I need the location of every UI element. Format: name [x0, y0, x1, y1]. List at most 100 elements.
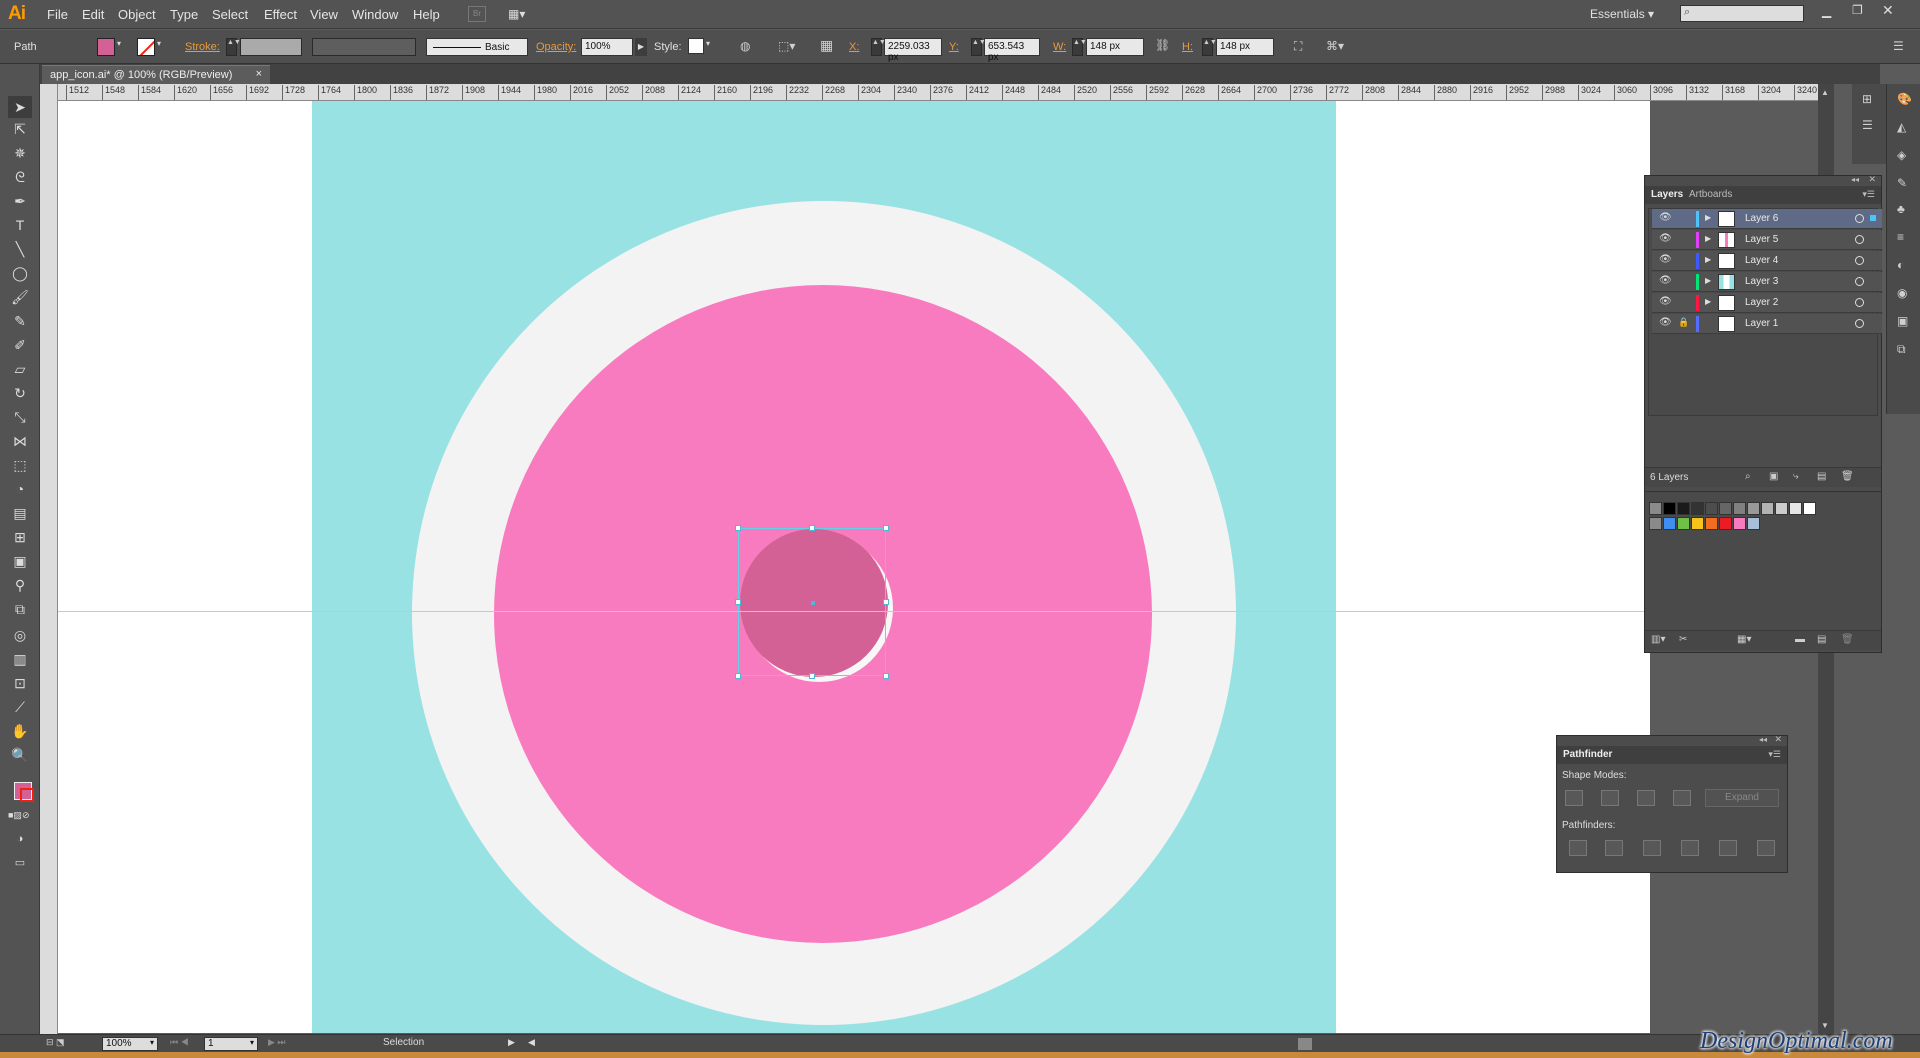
visibility-eye-icon[interactable]: 👁 [1659, 212, 1672, 223]
layer-row-3[interactable]: 👁 ▶ Layer 3 [1652, 272, 1882, 292]
layer-name[interactable]: Layer 2 [1745, 297, 1778, 308]
zoom-tool-icon[interactable]: 🔍 [8, 744, 32, 766]
chevron-down-icon[interactable]: ▾ [157, 39, 161, 48]
gradient-panel-icon[interactable]: ◐ [1897, 258, 1904, 272]
close-tab-icon[interactable]: × [256, 68, 262, 80]
color-swatch[interactable] [1663, 502, 1676, 515]
panel-menu-icon[interactable]: ▾☰ [1862, 189, 1875, 200]
eyedropper-tool-icon[interactable]: ⚲ [8, 574, 32, 596]
color-swatch[interactable] [1691, 502, 1704, 515]
x-label[interactable]: X: [849, 41, 859, 53]
intersect-button[interactable] [1637, 790, 1655, 806]
magic-wand-tool-icon[interactable]: ✵ [8, 142, 32, 164]
color-swatch[interactable] [1747, 502, 1760, 515]
color-guide-icon[interactable]: ◭ [1897, 120, 1906, 134]
crop-button[interactable] [1681, 840, 1699, 856]
link-icon[interactable]: ⛓ [1155, 38, 1170, 52]
layer-name[interactable]: Layer 5 [1745, 234, 1778, 245]
shape-builder-tool-icon[interactable]: ◔ [8, 478, 32, 500]
screen-mode-icon[interactable]: ▭ [8, 852, 32, 874]
align-icon[interactable]: ⬚▾ [778, 39, 795, 53]
layers-panel-icon[interactable]: ⧉ [1897, 342, 1906, 357]
draw-mode-icon[interactable]: ◑ [8, 828, 32, 850]
column-graph-tool-icon[interactable]: ▥ [8, 648, 32, 670]
pen-tool-icon[interactable]: ✒ [8, 190, 32, 212]
trim-button[interactable] [1605, 840, 1623, 856]
handle-right[interactable] [883, 599, 889, 605]
status-icons[interactable]: ⊟ ⬔ [46, 1037, 65, 1048]
transform-icon[interactable]: ⛶ [1294, 39, 1302, 54]
layer-row-4[interactable]: 👁 ▶ Layer 4 [1652, 251, 1882, 271]
w-field[interactable]: 148 px [1086, 38, 1144, 56]
stroke-weight-stepper[interactable]: ▲▼ [226, 38, 241, 56]
layer-target-icon[interactable] [1855, 256, 1864, 265]
color-swatch[interactable] [1705, 502, 1718, 515]
status-mode[interactable]: Selection [383, 1037, 424, 1048]
color-swatch[interactable] [1705, 517, 1718, 530]
horizontal-scroll-thumb[interactable] [1298, 1038, 1312, 1050]
color-swatch[interactable] [1789, 502, 1802, 515]
w-stepper[interactable]: ▲▼ [1072, 38, 1087, 56]
visibility-eye-icon[interactable]: 👁 [1659, 275, 1672, 286]
swatches-icon[interactable]: ◈ [1897, 148, 1906, 162]
type-tool-icon[interactable]: T [8, 214, 32, 236]
menu-edit[interactable]: Edit [82, 7, 104, 22]
ellipse-tool-icon[interactable]: ◯ [8, 262, 32, 284]
handle-top-right[interactable] [883, 525, 889, 531]
y-field[interactable]: 653.543 px [984, 38, 1040, 63]
status-menu-icon[interactable]: ▶ [508, 1037, 515, 1048]
opacity-label[interactable]: Opacity: [536, 41, 576, 53]
slice-tool-icon[interactable]: ⟋ [8, 696, 32, 718]
expand-arrow-icon[interactable]: ▶ [1705, 234, 1711, 243]
layer-name[interactable]: Layer 6 [1745, 213, 1778, 224]
blend-tool-icon[interactable]: ⧉ [8, 598, 32, 620]
pencil-tool-icon[interactable]: ✎ [8, 310, 32, 332]
align-panel-icon[interactable]: ☰ [1862, 118, 1873, 132]
chevron-right-icon[interactable]: ▶ [635, 38, 647, 56]
new-sublayer-icon[interactable]: ⤷ [1793, 471, 1799, 482]
menu-help[interactable]: Help [413, 7, 440, 22]
color-swatch[interactable] [1803, 502, 1816, 515]
w-label[interactable]: W: [1053, 41, 1066, 53]
layer-row-2[interactable]: 👁 ▶ Layer 2 [1652, 293, 1882, 313]
canvas[interactable] [58, 101, 1650, 1033]
gradient-tool-icon[interactable]: ▣ [8, 550, 32, 572]
color-swatch[interactable] [1761, 502, 1774, 515]
variable-width-profile[interactable] [312, 38, 416, 56]
divide-button[interactable] [1569, 840, 1587, 856]
symbols-icon[interactable]: ♣ [1897, 202, 1905, 216]
delete-swatch-icon[interactable]: 🗑 [1841, 634, 1854, 645]
color-swatch[interactable] [1747, 517, 1760, 530]
width-tool-icon[interactable]: ⋈ [8, 430, 32, 452]
layer-target-icon[interactable] [1855, 214, 1864, 223]
menu-window[interactable]: Window [352, 7, 398, 22]
chevron-down-icon[interactable]: ▾ [117, 39, 121, 48]
swatch-folder-icon[interactable] [1649, 517, 1662, 530]
exclude-button[interactable] [1673, 790, 1691, 806]
minus-back-button[interactable] [1757, 840, 1775, 856]
expand-arrow-icon[interactable]: ▶ [1705, 213, 1711, 222]
color-swatch[interactable] [1691, 517, 1704, 530]
delete-layer-icon[interactable]: 🗑 [1841, 471, 1854, 482]
panel-menu-icon[interactable]: ▾☰ [1768, 749, 1781, 760]
menu-file[interactable]: File [47, 7, 68, 22]
layer-name[interactable]: Layer 4 [1745, 255, 1778, 266]
color-swatch[interactable] [1719, 517, 1732, 530]
bridge-button[interactable]: Br [468, 6, 486, 22]
menu-effect[interactable]: Effect [264, 7, 297, 22]
handle-left[interactable] [735, 599, 741, 605]
minimize-icon[interactable]: ▁ [1822, 4, 1831, 18]
fill-swatch[interactable] [97, 38, 115, 56]
y-label[interactable]: Y: [949, 41, 959, 53]
expand-button[interactable]: Expand [1705, 789, 1779, 807]
color-swatch[interactable] [1733, 517, 1746, 530]
restore-icon[interactable]: ❐ [1852, 3, 1863, 17]
transform-reference-icon[interactable]: ▦ [820, 37, 833, 54]
lock-icon[interactable]: 🔒 [1678, 317, 1689, 328]
h-stepper[interactable]: ▲▼ [1202, 38, 1217, 56]
graphic-style-swatch[interactable] [688, 38, 704, 54]
close-window-icon[interactable]: ✕ [1882, 2, 1894, 19]
direct-selection-tool-icon[interactable]: ⇱ [8, 118, 32, 140]
line-tool-icon[interactable]: ╲ [8, 238, 32, 260]
x-stepper[interactable]: ▲▼ [871, 38, 886, 56]
